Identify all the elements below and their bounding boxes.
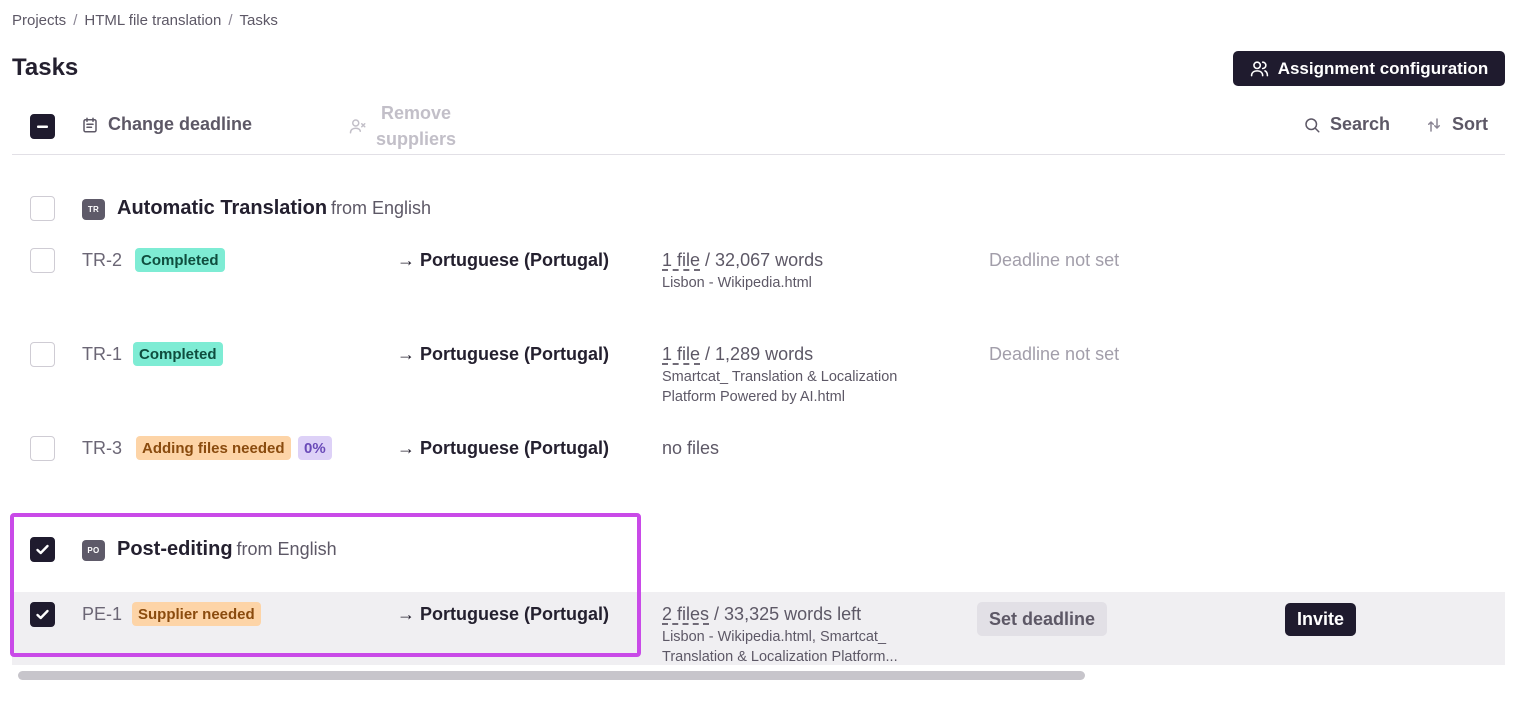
remove-suppliers-label-line2: suppliers — [376, 129, 457, 149]
breadcrumb-projects[interactable]: Projects — [12, 12, 66, 29]
users-icon — [1250, 61, 1268, 77]
sort-icon — [1428, 117, 1440, 132]
files-summary: no files — [662, 438, 720, 458]
page-title: Tasks — [12, 54, 79, 81]
search-label: Search — [1330, 114, 1391, 134]
task-checkbox[interactable] — [30, 342, 55, 367]
check-icon — [36, 609, 49, 620]
group-title-automatic-translation: Automatic Translation from English — [117, 197, 431, 220]
word-count: / 32,067 words — [705, 250, 824, 270]
file-names: Smartcat_ Translation & Localization Pla… — [662, 369, 898, 405]
breadcrumb-separator: / — [73, 12, 78, 29]
file-names: Lisbon - Wikipedia.html, Smartcat_ Trans… — [662, 629, 898, 665]
task-checkbox[interactable] — [30, 602, 55, 627]
task-id[interactable]: PE-1 — [82, 604, 122, 625]
target-language: → Portuguese (Portugal) — [397, 250, 610, 270]
target-language: → Portuguese (Portugal) — [397, 604, 610, 624]
files-link[interactable]: 1 file — [662, 344, 700, 364]
group-source-language: from English — [236, 539, 337, 559]
status-badge: Adding files needed — [136, 436, 291, 460]
calendar-icon — [83, 117, 97, 132]
group-checkbox-automatic-translation[interactable] — [30, 196, 55, 221]
automatic-translation-icon: TR — [82, 199, 105, 220]
assignment-configuration-label: Assignment configuration — [1277, 58, 1489, 78]
sort-button[interactable]: Sort — [1425, 114, 1488, 135]
group-name: Automatic Translation — [117, 197, 328, 219]
files-summary: 2 files / 33,325 words left — [662, 604, 861, 625]
word-count: / 1,289 words — [705, 344, 814, 364]
remove-suppliers-button[interactable]: Remove suppliers — [349, 100, 456, 152]
change-deadline-button[interactable]: Change deadline — [81, 114, 252, 135]
status-badge: Supplier needed — [132, 602, 261, 626]
task-id[interactable]: TR-1 — [82, 344, 122, 365]
breadcrumb-tasks[interactable]: Tasks — [240, 12, 278, 29]
progress-badge: 0% — [298, 436, 332, 460]
word-count: / 33,325 words left — [714, 604, 862, 624]
remove-suppliers-label-line1: Remove — [381, 103, 452, 123]
check-icon — [36, 544, 49, 555]
search-button[interactable]: Search — [1303, 114, 1390, 135]
files-link[interactable]: 1 file — [662, 250, 700, 270]
breadcrumb: Projects / HTML file translation / Tasks — [12, 12, 278, 29]
file-names: Lisbon - Wikipedia.html — [662, 275, 812, 291]
task-id[interactable]: TR-3 — [82, 438, 122, 459]
post-editing-icon: PO — [82, 540, 105, 561]
files-summary: 1 file / 32,067 words — [662, 250, 823, 271]
task-checkbox[interactable] — [30, 436, 55, 461]
target-language: → Portuguese (Portugal) — [397, 344, 610, 364]
files-link[interactable]: 2 files — [662, 604, 709, 624]
horizontal-scrollbar[interactable] — [18, 671, 1085, 680]
breadcrumb-separator: / — [228, 12, 233, 29]
sort-label: Sort — [1452, 114, 1488, 134]
group-checkbox-post-editing[interactable] — [30, 537, 55, 562]
deadline-status: Deadline not set — [989, 344, 1120, 364]
task-checkbox[interactable] — [30, 248, 55, 273]
remove-user-icon — [349, 119, 366, 134]
task-id[interactable]: TR-2 — [82, 250, 122, 271]
set-deadline-button[interactable]: Set deadline — [977, 602, 1107, 636]
search-icon — [1305, 117, 1320, 132]
change-deadline-label: Change deadline — [108, 114, 253, 134]
select-all-checkbox[interactable] — [30, 114, 55, 139]
assignment-configuration-button[interactable]: Assignment configuration — [1233, 51, 1505, 86]
bulk-actions-toolbar: Change deadline Remove suppliers Search … — [12, 96, 1505, 155]
files-summary: 1 file / 1,289 words — [662, 344, 813, 365]
group-title-post-editing: Post-editing from English — [117, 538, 337, 561]
status-badge: Completed — [135, 248, 225, 272]
group-source-language: from English — [331, 198, 432, 218]
invite-button[interactable]: Invite — [1285, 603, 1356, 636]
breadcrumb-project-name[interactable]: HTML file translation — [84, 12, 221, 29]
target-language: → Portuguese (Portugal) — [397, 438, 610, 458]
minus-icon — [37, 125, 48, 128]
status-badge: Completed — [133, 342, 223, 366]
deadline-status: Deadline not set — [989, 250, 1120, 270]
group-name: Post-editing — [117, 538, 233, 560]
